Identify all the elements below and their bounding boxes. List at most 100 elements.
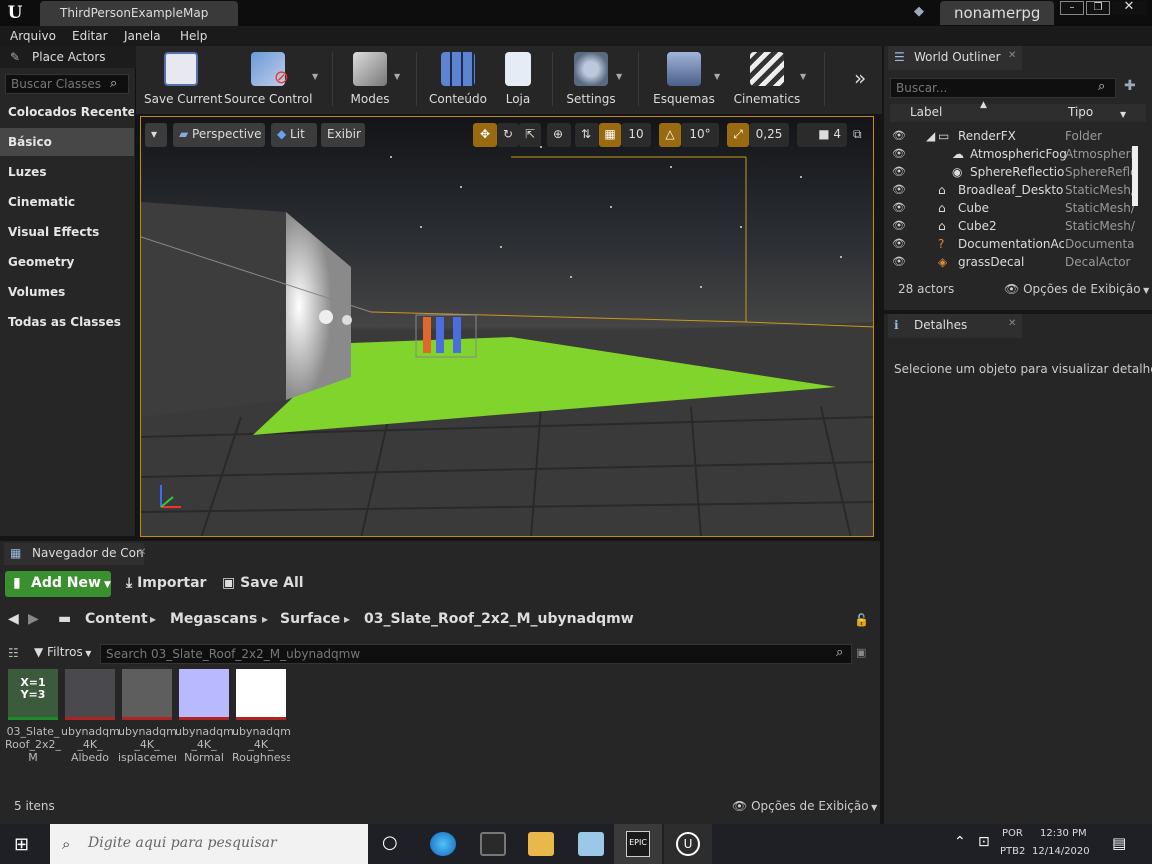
outliner-row[interactable]: 👁 ⌂ Cube2 StaticMesh/: [890, 218, 1138, 236]
back-arrow-icon[interactable]: ◀: [8, 611, 19, 627]
settings-dropdown-icon[interactable]: ▼: [616, 72, 622, 81]
perspective-dropdown[interactable]: ▰ Perspective: [173, 123, 265, 147]
add-actor-icon[interactable]: ✚: [1124, 78, 1136, 94]
edge-browser-icon[interactable]: [430, 832, 456, 856]
outliner-search-input[interactable]: Buscar...: [890, 78, 1116, 98]
save-all-button[interactable]: ▣ Save All: [222, 575, 304, 591]
outliner-row[interactable]: 👁 ◢ ▭ RenderFX Folder: [890, 128, 1138, 146]
breadcrumb-separator-icon[interactable]: ▸: [262, 612, 268, 626]
category-visual-effects[interactable]: Visual Effects: [0, 218, 134, 246]
asset-tile[interactable]: ubynadqmw_4K_Albedo: [61, 669, 119, 764]
content-button[interactable]: Conteúdo: [426, 48, 490, 110]
visibility-eye-icon[interactable]: 👁: [892, 183, 906, 196]
visibility-eye-icon[interactable]: 👁: [892, 165, 906, 178]
menu-janela[interactable]: Janela: [124, 29, 161, 43]
unreal-editor-tab[interactable]: U: [664, 824, 712, 864]
epic-games-launcher-tab[interactable]: EPIC: [614, 824, 662, 864]
world-outliner-tab[interactable]: World Outliner: [888, 46, 1022, 70]
browser-view-options[interactable]: 👁 Opções de Exibição ▼: [732, 799, 877, 813]
modes-dropdown-icon[interactable]: ▼: [394, 72, 400, 81]
close-tab-icon[interactable]: ✕: [1008, 50, 1016, 61]
sources-toggle-icon[interactable]: ☷: [8, 646, 19, 660]
settings-button[interactable]: Settings: [560, 48, 622, 110]
grid-snap-icon[interactable]: ▦: [599, 123, 621, 147]
outliner-row[interactable]: 👁 ◈ grassDecal DecalActor: [890, 254, 1138, 272]
rotate-gizmo-icon[interactable]: ↻: [497, 123, 519, 147]
source-control-button[interactable]: ⊘ Source Control: [224, 48, 312, 110]
keyboard-layout-indicator[interactable]: PTB2: [1000, 846, 1025, 857]
grid-snap-value[interactable]: 10: [621, 123, 651, 147]
task-view-icon[interactable]: ○: [382, 832, 398, 853]
marketplace-button[interactable]: Loja: [496, 48, 540, 110]
outliner-row[interactable]: 👁 ? DocumentationActo Documenta: [890, 236, 1138, 254]
modes-button[interactable]: Modes: [340, 48, 400, 110]
view-mode-dropdown[interactable]: ◆ Lit: [271, 123, 317, 147]
outliner-scrollbar[interactable]: [1132, 146, 1138, 206]
clock-time[interactable]: 12:30 PM: [1040, 828, 1087, 839]
outliner-row[interactable]: 👁 ⌂ Broadleaf_Desktop_ StaticMesh/: [890, 182, 1138, 200]
surface-snap-icon[interactable]: ⇅: [575, 123, 599, 147]
scale-gizmo-icon[interactable]: ⇱: [519, 123, 541, 147]
folder-expand-icon[interactable]: ◢: [926, 129, 935, 143]
menu-arquivo[interactable]: Arquivo: [10, 29, 56, 43]
add-new-button[interactable]: ▮ Add New ▼: [5, 571, 111, 597]
toolbar-overflow-icon[interactable]: »: [854, 66, 866, 90]
rotation-snap-value[interactable]: 10°: [681, 123, 719, 147]
label-column[interactable]: Label: [910, 105, 942, 119]
forward-arrow-icon[interactable]: ▶: [28, 611, 39, 627]
save-current-button[interactable]: Save Current: [144, 48, 222, 110]
visibility-eye-icon[interactable]: 👁: [892, 201, 906, 214]
breadcrumb-separator-icon[interactable]: ▸: [150, 612, 156, 626]
breadcrumb-megascans[interactable]: Megascans: [170, 611, 257, 627]
close-button[interactable]: ✕: [1112, 0, 1146, 15]
windows-start-icon[interactable]: ⊞: [14, 834, 29, 855]
breadcrumb-separator-icon[interactable]: ▸: [344, 612, 350, 626]
menu-editar[interactable]: Editar: [72, 29, 108, 43]
scale-snap-value[interactable]: 0,25: [749, 123, 789, 147]
outliner-row[interactable]: 👁 ☁ AtmosphericFog Atmospheri: [890, 146, 1138, 164]
maximize-viewport-icon[interactable]: ⧉: [853, 127, 862, 142]
breadcrumb-surface[interactable]: Surface: [280, 611, 340, 627]
visibility-eye-icon[interactable]: 👁: [892, 237, 906, 250]
menu-help[interactable]: Help: [180, 29, 207, 43]
minimize-button[interactable]: –: [1060, 1, 1084, 15]
asset-tile[interactable]: X=1 Y=3 03_Slate_ Roof_2x2_ M: [5, 669, 61, 764]
cinematics-dropdown-icon[interactable]: ▼: [800, 72, 806, 81]
source-control-dropdown-icon[interactable]: ▼: [312, 72, 318, 81]
close-tab-icon[interactable]: ✕: [1008, 318, 1016, 329]
category-cinematic[interactable]: Cinematic: [0, 188, 134, 216]
breadcrumb-content[interactable]: Content: [85, 611, 148, 627]
store-icon[interactable]: [480, 832, 506, 856]
network-icon[interactable]: ⊡: [978, 834, 990, 850]
language-indicator[interactable]: POR: [1002, 828, 1023, 839]
outliner-view-options[interactable]: 👁 Opções de Exibição ▼: [1004, 282, 1149, 296]
visibility-eye-icon[interactable]: 👁: [892, 219, 906, 232]
clock-date[interactable]: 12/14/2020: [1032, 846, 1090, 857]
category-volumes[interactable]: Volumes: [0, 278, 134, 306]
asset-tile[interactable]: ubynadqmw_4K_Roughness: [232, 669, 290, 764]
blueprints-dropdown-icon[interactable]: ▼: [714, 72, 720, 81]
viewport-options-dropdown[interactable]: ▾: [145, 123, 167, 147]
user-tab[interactable]: nonamerpg: [940, 1, 1054, 25]
type-dropdown-icon[interactable]: ▼: [1120, 110, 1126, 119]
category-recent[interactable]: Colocados Recenteme: [0, 98, 134, 126]
file-explorer-icon[interactable]: [528, 832, 554, 856]
asset-tile[interactable]: ubynadqmw_4K_Normal: [175, 669, 233, 764]
rotation-snap-icon[interactable]: △: [659, 123, 681, 147]
import-button[interactable]: ⤓ Importar: [126, 575, 206, 591]
outliner-row[interactable]: 👁 ◉ SphereReflection( SphereRefle: [890, 164, 1138, 182]
category-lights[interactable]: Luzes: [0, 158, 134, 186]
translate-gizmo-icon[interactable]: ✥: [473, 123, 497, 147]
notification-icon[interactable]: ▤: [1112, 834, 1126, 852]
category-geometry[interactable]: Geometry: [0, 248, 134, 276]
category-all-classes[interactable]: Todas as Classes: [0, 308, 134, 336]
breadcrumb-folder[interactable]: 03_Slate_Roof_2x2_M_ubynadqmw: [364, 611, 634, 627]
filters-dropdown[interactable]: ▼ Filtros ▼: [34, 645, 91, 659]
show-dropdown[interactable]: Exibir: [321, 123, 365, 147]
save-search-icon[interactable]: ▣: [856, 646, 866, 659]
tray-chevron-up-icon[interactable]: ⌃: [954, 834, 966, 850]
level-viewport[interactable]: ▾ ▰ Perspective ◆ Lit Exibir ✥ ↻ ⇱ ⊕ ⇅ ▦…: [140, 116, 874, 537]
details-tab[interactable]: Detalhes: [888, 314, 1022, 338]
maximize-button[interactable]: ❐: [1086, 1, 1110, 15]
lock-icon[interactable]: 🔓: [854, 613, 869, 627]
